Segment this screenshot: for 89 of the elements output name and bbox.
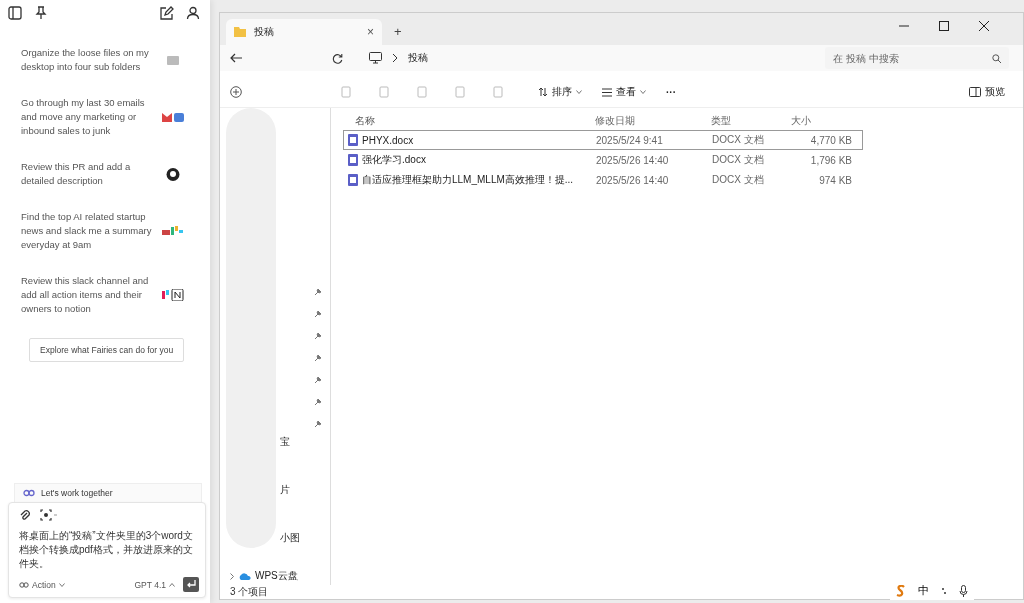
close-icon[interactable] [979, 21, 989, 31]
model-button[interactable]: GPT 4.1 [134, 579, 175, 590]
file-row[interactable]: 强化学习.docx 2025/5/26 14:40 DOCX 文档 1,796 KB [343, 150, 863, 170]
file-name: 强化学习.docx [362, 153, 426, 167]
file-row[interactable]: PHYX.docx 2025/5/24 9:41 DOCX 文档 4,770 KB [343, 130, 863, 150]
pin-icon [315, 288, 322, 295]
preview-pane-icon [969, 87, 981, 97]
status-text: 3 个项目 [230, 586, 269, 597]
input-method-icon[interactable] [896, 584, 906, 597]
pin-icon [315, 332, 322, 339]
sidebar-toggle-icon[interactable] [8, 6, 22, 20]
address-bar[interactable]: 投稿 [361, 47, 809, 69]
close-tab-button[interactable]: × [367, 25, 374, 39]
pin-icon [315, 354, 322, 361]
sort-button[interactable]: 排序 [530, 85, 590, 99]
caret-down-icon [58, 582, 65, 587]
dots-icon[interactable] [941, 586, 947, 595]
microphone-icon[interactable] [959, 584, 968, 597]
file-type: DOCX 文档 [711, 153, 765, 167]
apps-icon [162, 289, 184, 301]
view-button[interactable]: 查看 [594, 85, 654, 99]
cloud-icon [238, 572, 251, 580]
mail-apps-icon [162, 112, 184, 122]
suggestion-text[interactable]: Organize the loose files on my desktop into four sub folders [21, 46, 156, 74]
column-header[interactable]: 大小 [779, 114, 855, 128]
caret-down-icon [576, 90, 582, 94]
enter-icon [186, 580, 196, 589]
maximize-icon[interactable] [939, 21, 949, 31]
caret-down-icon [640, 90, 646, 94]
file-row[interactable]: 自适应推理框架助力LLM_MLLM高效推理！提... 2025/5/26 14:40 DOCX 文档 974 KB [343, 170, 863, 190]
pin-icon [315, 376, 322, 383]
attach-icon[interactable] [19, 509, 30, 521]
word-doc-icon [348, 154, 358, 166]
apps-icon [162, 225, 184, 237]
file-name: 自适应推理框架助力LLM_MLLM高效推理！提... [362, 173, 574, 187]
pin-icon[interactable] [34, 6, 48, 20]
list-icon [602, 87, 612, 97]
nav-item[interactable]: 小图 [280, 531, 300, 545]
compose-icon[interactable] [159, 5, 174, 21]
suggestion-text[interactable]: Go through my last 30 emails and move any marketing or inbound sales to junk [21, 96, 156, 138]
caret-up-icon [169, 582, 175, 587]
file-size: 974 KB [818, 174, 853, 186]
file-date: 2025/5/26 14:40 [595, 154, 670, 166]
column-header[interactable]: 名称 [343, 114, 583, 128]
nav-item[interactable]: 片 [280, 483, 290, 497]
new-tab-button[interactable]: + [394, 24, 402, 39]
link-icon [23, 489, 35, 497]
file-type: DOCX 文档 [711, 173, 765, 187]
file-date: 2025/5/26 14:40 [595, 174, 670, 186]
screenshot-icon[interactable] [40, 509, 57, 521]
more-button[interactable]: ··· [658, 86, 684, 98]
pin-icon [315, 420, 322, 427]
new-item-icon[interactable] [230, 86, 242, 98]
folder-icon [234, 27, 246, 37]
sort-icon [538, 87, 548, 97]
nav-item[interactable]: 宝 [280, 435, 290, 449]
search-icon [992, 54, 1001, 63]
nav-label: WPS云盘 [255, 569, 298, 583]
preview-button[interactable]: 预览 [961, 85, 1013, 99]
word-doc-icon [348, 174, 358, 186]
action-button[interactable]: Action [19, 579, 65, 590]
suggestion-text[interactable]: Review this slack channel and add all action items and their owners to notion [21, 274, 156, 316]
explore-button[interactable]: Explore what Fairies can do for you [29, 338, 185, 362]
refresh-icon[interactable] [332, 52, 343, 64]
pin-icon [315, 398, 322, 405]
infinity-icon [19, 581, 29, 588]
send-button[interactable] [183, 577, 199, 592]
suggestion-text[interactable]: Find the top AI related startup news and slack me a summary everyday at 9am [21, 210, 156, 252]
file-type: DOCX 文档 [711, 133, 765, 147]
tab-title: 投稿 [254, 25, 274, 39]
back-arrow-icon[interactable] [230, 53, 242, 63]
word-doc-icon [348, 134, 358, 146]
pin-icon [315, 310, 322, 317]
search-field[interactable]: 在 投稿 中搜索 [825, 47, 1009, 69]
file-name: PHYX.docx [362, 134, 414, 146]
column-header[interactable]: 修改日期 [583, 114, 699, 128]
ime-mode[interactable]: 中 [918, 583, 929, 598]
monitor-icon [369, 52, 382, 64]
suggestion-text[interactable]: Review this PR and add a detailed description [21, 160, 156, 188]
prompt-text[interactable]: 将桌面上的“投稿”文件夹里的3个word文档挨个转换成pdf格式，并放进原来的文件夹。 [19, 529, 199, 571]
user-icon[interactable] [186, 6, 200, 20]
chevron-icon [392, 54, 398, 62]
collab-label: Let's work together [41, 488, 113, 498]
file-size: 1,796 KB [809, 154, 853, 166]
file-date: 2025/5/24 9:41 [595, 134, 664, 146]
column-header[interactable]: 类型 [699, 114, 779, 128]
file-size: 4,770 KB [809, 134, 853, 146]
breadcrumb-item[interactable]: 投稿 [408, 51, 428, 65]
folder-tab[interactable]: 投稿 × [226, 19, 382, 45]
